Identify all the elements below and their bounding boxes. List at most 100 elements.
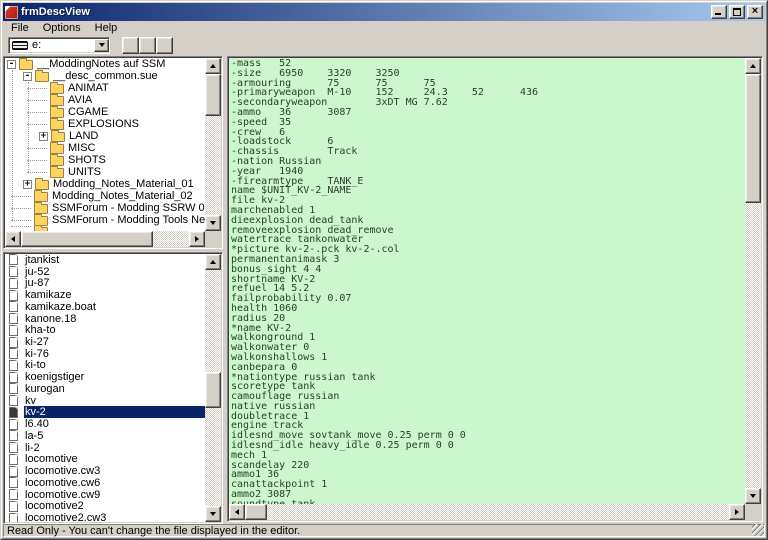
list-item-label: ki-27 — [25, 336, 49, 349]
scrollbar-thumb[interactable] — [205, 372, 221, 408]
tree-item[interactable]: UNITS — [5, 166, 205, 178]
scroll-down-button[interactable] — [745, 488, 761, 504]
folder-icon — [34, 190, 48, 202]
list-item[interactable]: ki-to — [5, 359, 205, 371]
list-item[interactable]: li-2 — [5, 442, 205, 454]
tree-connector — [27, 99, 47, 101]
list-item[interactable]: ki-27 — [5, 336, 205, 348]
tree-item-label: SHOTS — [68, 154, 106, 166]
toolbar-button-1[interactable] — [122, 36, 139, 54]
list-item[interactable]: kv-2 — [5, 406, 205, 419]
tree-item[interactable]: + Modding_Notes_Material_01 — [5, 178, 205, 190]
scrollbar-thumb[interactable] — [205, 74, 221, 116]
document-icon — [9, 359, 18, 371]
list-item[interactable]: locomotive2.cw3 — [5, 512, 205, 522]
folder-icon — [50, 142, 64, 154]
editor-vertical-scrollbar[interactable] — [745, 58, 761, 504]
list-item[interactable]: locomotive.cw9 — [5, 489, 205, 501]
tree-connector — [27, 111, 47, 113]
menu-file[interactable]: File — [4, 21, 36, 36]
document-icon — [9, 453, 18, 465]
list-item[interactable]: locomotive.cw6 — [5, 477, 205, 489]
tree-connector — [27, 159, 47, 161]
scroll-right-button[interactable] — [729, 504, 745, 520]
arrow-down-icon — [210, 512, 216, 516]
tree-item[interactable]: SSMForum - Modding Tools Neuanfang 01-Da — [5, 214, 205, 226]
list-item[interactable]: koenigstiger — [5, 371, 205, 383]
tree-item[interactable]: SHOTS — [5, 154, 205, 166]
tree-item[interactable]: Modding_Notes_Material_02 — [5, 190, 205, 202]
tree-vertical-scrollbar[interactable] — [205, 58, 221, 231]
list-item-label: kha-to — [25, 324, 56, 337]
tree-item[interactable]: AVIA — [5, 94, 205, 106]
list-item[interactable]: jtankist — [5, 254, 205, 266]
tree-expand-minus-icon[interactable]: - — [23, 71, 32, 81]
list-item[interactable]: ju-87 — [5, 277, 205, 289]
list-item[interactable]: kanone.18 — [5, 313, 205, 325]
scroll-right-button[interactable] — [189, 231, 205, 247]
scrollbar-thumb[interactable] — [21, 231, 153, 247]
folder-icon — [34, 214, 48, 226]
document-icon — [9, 277, 18, 289]
resize-grip[interactable] — [752, 524, 764, 536]
tree-item[interactable]: - __ModdingNotes auf SSM — [5, 58, 205, 70]
tree-item[interactable]: CGAME — [5, 106, 205, 118]
scrollbar-thumb[interactable] — [245, 504, 267, 520]
list-item[interactable]: locomotive — [5, 453, 205, 465]
tree-item[interactable]: - __desc_common.sue — [5, 70, 205, 82]
tree-item-label: EXPLOSIONS — [68, 118, 139, 130]
list-item[interactable]: kamikaze — [5, 289, 205, 301]
scrollbar-thumb[interactable] — [745, 74, 761, 203]
list-item[interactable]: kha-to — [5, 324, 205, 336]
menu-help[interactable]: Help — [88, 21, 125, 36]
list-item[interactable]: ju-52 — [5, 266, 205, 278]
scroll-up-button[interactable] — [205, 58, 221, 74]
list-item[interactable]: kamikaze.boat — [5, 301, 205, 313]
list-item-label: locomotive.cw6 — [25, 476, 101, 489]
list-item[interactable]: l6.40 — [5, 418, 205, 430]
minimize-button[interactable] — [711, 5, 727, 19]
toolbar-button-2[interactable] — [139, 36, 156, 54]
tree-expand-plus-icon[interactable]: + — [39, 131, 48, 141]
scroll-up-button[interactable] — [205, 254, 221, 270]
drive-combo-value: e: — [32, 39, 42, 51]
tree-item[interactable]: SSMForum - Modding SSRW 01-Dateien — [5, 202, 205, 214]
close-button[interactable]: × — [747, 5, 763, 19]
editor-text[interactable]: -mass 52 -size 6950 3320 3250 -armouring… — [229, 58, 745, 505]
scroll-left-button[interactable] — [229, 504, 245, 520]
tree-item-label: Modding_Notes_Material_02 — [52, 190, 193, 202]
tree-item-label: MISC — [68, 142, 96, 154]
document-icon — [9, 336, 18, 348]
tree-item[interactable]: ANIMAT — [5, 82, 205, 94]
scroll-up-button[interactable] — [745, 58, 761, 74]
tree-item[interactable]: MISC — [5, 142, 205, 154]
editor-horizontal-scrollbar[interactable] — [229, 504, 745, 520]
tree-expand-minus-icon[interactable]: - — [7, 59, 16, 69]
maximize-button[interactable] — [729, 5, 745, 19]
drive-combo-dropdown-button[interactable] — [94, 38, 109, 52]
tree-expand-plus-icon[interactable]: + — [23, 179, 32, 189]
list-item[interactable]: la-5 — [5, 430, 205, 442]
list-vertical-scrollbar[interactable] — [205, 254, 221, 522]
arrow-right-icon — [195, 236, 199, 242]
list-item[interactable]: locomotive.cw3 — [5, 465, 205, 477]
toolbar-button-3[interactable] — [156, 36, 173, 54]
tree-item[interactable]: EXPLOSIONS — [5, 118, 205, 130]
list-item[interactable]: ki-76 — [5, 348, 205, 360]
drive-combo[interactable]: e: — [8, 36, 110, 54]
list-item[interactable]: kv — [5, 395, 205, 407]
tree-item[interactable]: + LAND — [5, 130, 205, 142]
scroll-left-button[interactable] — [5, 231, 21, 247]
tree-item-label: __ModdingNotes auf SSM — [37, 58, 166, 70]
folder-icon — [34, 202, 48, 214]
scroll-down-button[interactable] — [205, 506, 221, 522]
scroll-down-button[interactable] — [205, 215, 221, 231]
folder-icon — [50, 82, 64, 94]
list-item[interactable]: locomotive2 — [5, 500, 205, 512]
menu-options[interactable]: Options — [36, 21, 88, 36]
title-bar[interactable]: frmDescView × — [3, 3, 765, 21]
editor-panel: -mass 52 -size 6950 3320 3250 -armouring… — [227, 56, 763, 522]
tree-horizontal-scrollbar[interactable] — [5, 231, 205, 247]
list-item-label: la-5 — [25, 429, 44, 442]
list-item[interactable]: kurogan — [5, 383, 205, 395]
